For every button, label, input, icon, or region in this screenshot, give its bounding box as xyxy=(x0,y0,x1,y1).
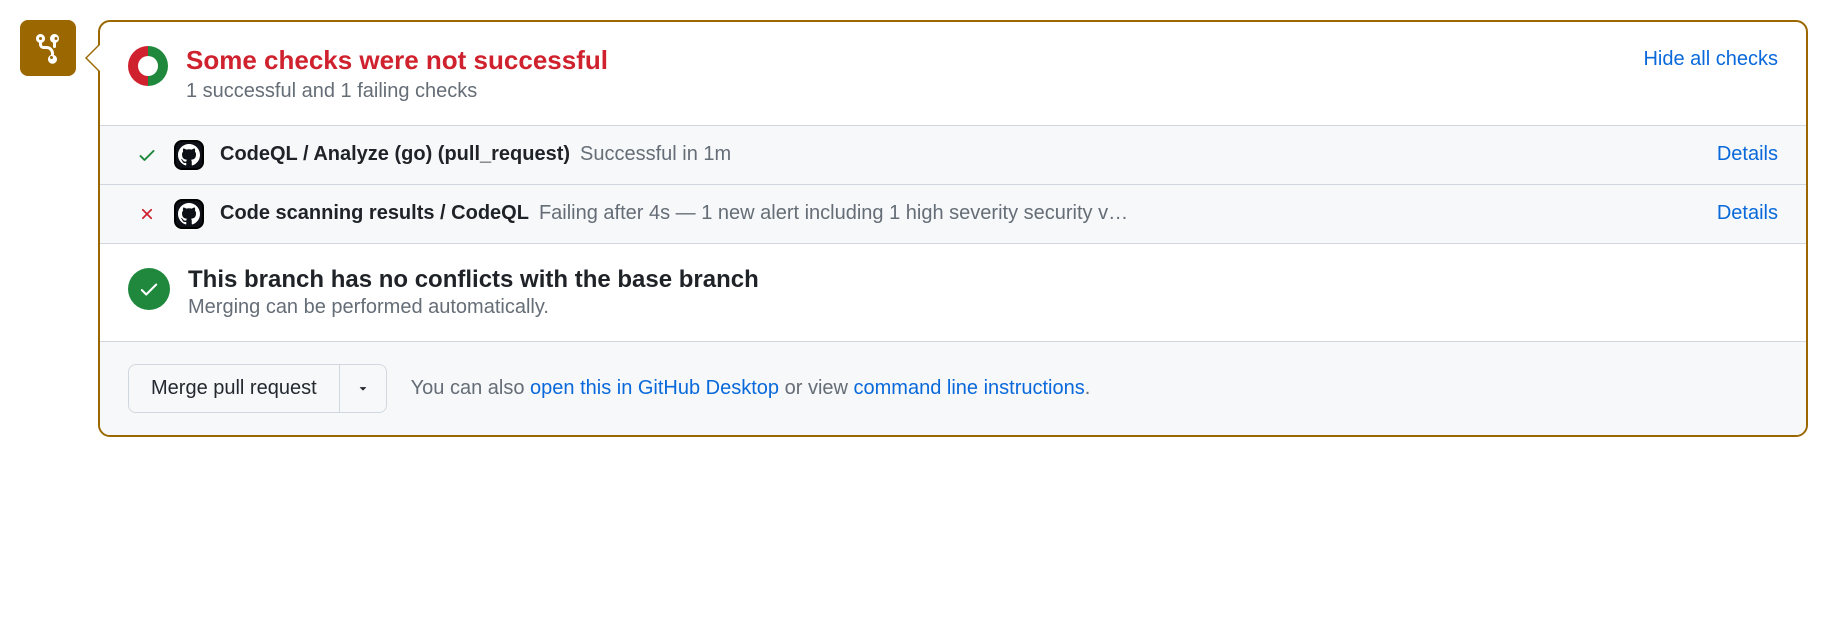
panel-pointer-fill xyxy=(87,45,100,71)
check-row: CodeQL / Analyze (go) (pull_request) Suc… xyxy=(100,126,1806,185)
github-avatar-icon xyxy=(174,140,204,170)
footer-endtext: . xyxy=(1085,377,1091,399)
check-row: Code scanning results / CodeQL Failing a… xyxy=(100,185,1806,243)
triangle-down-icon xyxy=(356,381,370,395)
check-failure-icon xyxy=(136,205,158,223)
merge-text-block: This branch has no conflicts with the ba… xyxy=(188,266,759,319)
status-donut-chart xyxy=(128,46,168,86)
timeline-git-badge xyxy=(20,20,76,76)
footer-midtext: or view xyxy=(779,377,853,399)
check-text: CodeQL / Analyze (go) (pull_request) Suc… xyxy=(220,143,1701,166)
merge-footer-text: You can also open this in GitHub Desktop… xyxy=(411,377,1091,400)
github-avatar-icon xyxy=(174,199,204,229)
status-text-block: Some checks were not successful 1 succes… xyxy=(186,44,1625,103)
check-text: Code scanning results / CodeQL Failing a… xyxy=(220,202,1701,225)
check-details-link[interactable]: Details xyxy=(1717,202,1778,225)
footer-pretext: You can also xyxy=(411,377,530,399)
merge-options-dropdown-button[interactable] xyxy=(340,365,386,412)
open-github-desktop-link[interactable]: open this in GitHub Desktop xyxy=(530,377,779,399)
merge-pull-request-button[interactable]: Merge pull request xyxy=(129,365,340,412)
merge-footer: Merge pull request You can also open thi… xyxy=(100,341,1806,435)
merge-title: This branch has no conflicts with the ba… xyxy=(188,266,759,294)
hide-all-checks-link[interactable]: Hide all checks xyxy=(1643,48,1778,71)
merge-success-badge xyxy=(128,268,170,310)
status-subtitle: 1 successful and 1 failing checks xyxy=(186,80,1625,103)
status-title: Some checks were not successful xyxy=(186,44,1625,78)
check-description: Successful in 1m xyxy=(580,143,731,166)
merge-status-panel: Some checks were not successful 1 succes… xyxy=(98,20,1808,437)
command-line-instructions-link[interactable]: command line instructions xyxy=(854,377,1085,399)
checks-list: CodeQL / Analyze (go) (pull_request) Suc… xyxy=(100,125,1806,244)
merge-conflict-section: This branch has no conflicts with the ba… xyxy=(100,244,1806,341)
git-merge-icon xyxy=(32,32,64,64)
merge-subtitle: Merging can be performed automatically. xyxy=(188,296,759,319)
check-details-link[interactable]: Details xyxy=(1717,143,1778,166)
check-name: Code scanning results / CodeQL xyxy=(220,202,529,225)
checks-summary-header: Some checks were not successful 1 succes… xyxy=(100,22,1806,125)
check-name: CodeQL / Analyze (go) (pull_request) xyxy=(220,143,570,166)
check-icon xyxy=(138,278,160,300)
check-success-icon xyxy=(136,145,158,165)
check-description: Failing after 4s — 1 new alert including… xyxy=(539,202,1128,225)
merge-button-group: Merge pull request xyxy=(128,364,387,413)
